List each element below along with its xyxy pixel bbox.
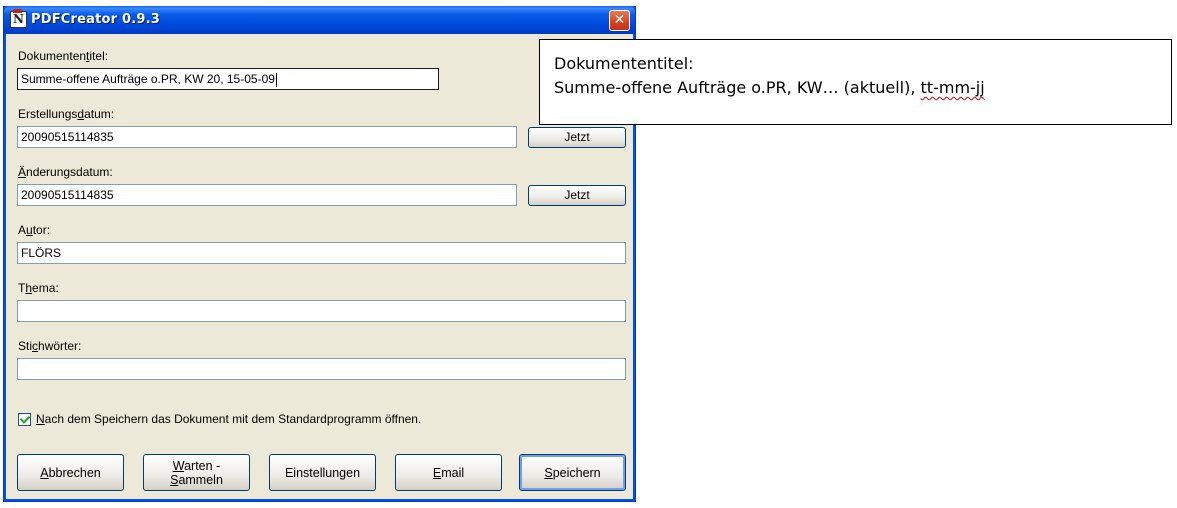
save-button[interactable]: Speichern <box>519 454 626 491</box>
creation-date-input[interactable]: 20090515114835 <box>17 126 517 148</box>
author-input[interactable]: FLÖRS <box>17 242 626 264</box>
title-bar[interactable]: N PDFCreator 0.9.3 ✕ <box>4 6 635 34</box>
modification-date-now-button[interactable]: Jetzt <box>528 185 626 206</box>
callout-line-2: Summe-offene Aufträge o.PR, KW… (aktuell… <box>554 78 985 97</box>
open-after-save-label[interactable]: Nach dem Speichern das Dokument mit dem … <box>36 412 421 426</box>
callout-box: Dokumententitel: Summe-offene Aufträge o… <box>539 39 1172 125</box>
callout-text: Dokumententitel: Summe-offene Aufträge o… <box>554 52 985 100</box>
document-title-input[interactable]: Summe-offene Aufträge o.PR, KW 20, 15-05… <box>17 68 439 90</box>
creation-date-now-button[interactable]: Jetzt <box>528 127 626 148</box>
close-icon: ✕ <box>613 12 626 28</box>
author-label: Autor: <box>18 223 51 237</box>
keywords-label: Stichwörter: <box>18 339 82 353</box>
cancel-button[interactable]: Abbrechen <box>17 454 124 491</box>
wait-collect-button[interactable]: Warten - Sammeln <box>143 454 250 491</box>
subject-input[interactable] <box>17 300 626 322</box>
close-button[interactable]: ✕ <box>609 10 630 31</box>
spellcheck-squiggle: tt-mm-jj <box>920 78 985 97</box>
open-after-save-checkbox[interactable] <box>18 413 31 426</box>
callout-line-1: Dokumententitel: <box>554 54 694 73</box>
text-caret <box>275 72 277 87</box>
keywords-input[interactable] <box>17 358 626 380</box>
document-title-label: Dokumententitel: <box>18 49 109 63</box>
pdfcreator-app-icon: N <box>10 9 27 28</box>
subject-label: Thema: <box>18 281 59 295</box>
settings-button[interactable]: Einstellungen <box>269 454 376 491</box>
modification-date-label: Änderungsdatum: <box>18 165 113 179</box>
email-button[interactable]: Email <box>395 454 502 491</box>
modification-date-input[interactable]: 20090515114835 <box>17 184 517 206</box>
creation-date-label: Erstellungsdatum: <box>18 107 115 121</box>
window-title: PDFCreator 0.9.3 <box>31 12 161 27</box>
